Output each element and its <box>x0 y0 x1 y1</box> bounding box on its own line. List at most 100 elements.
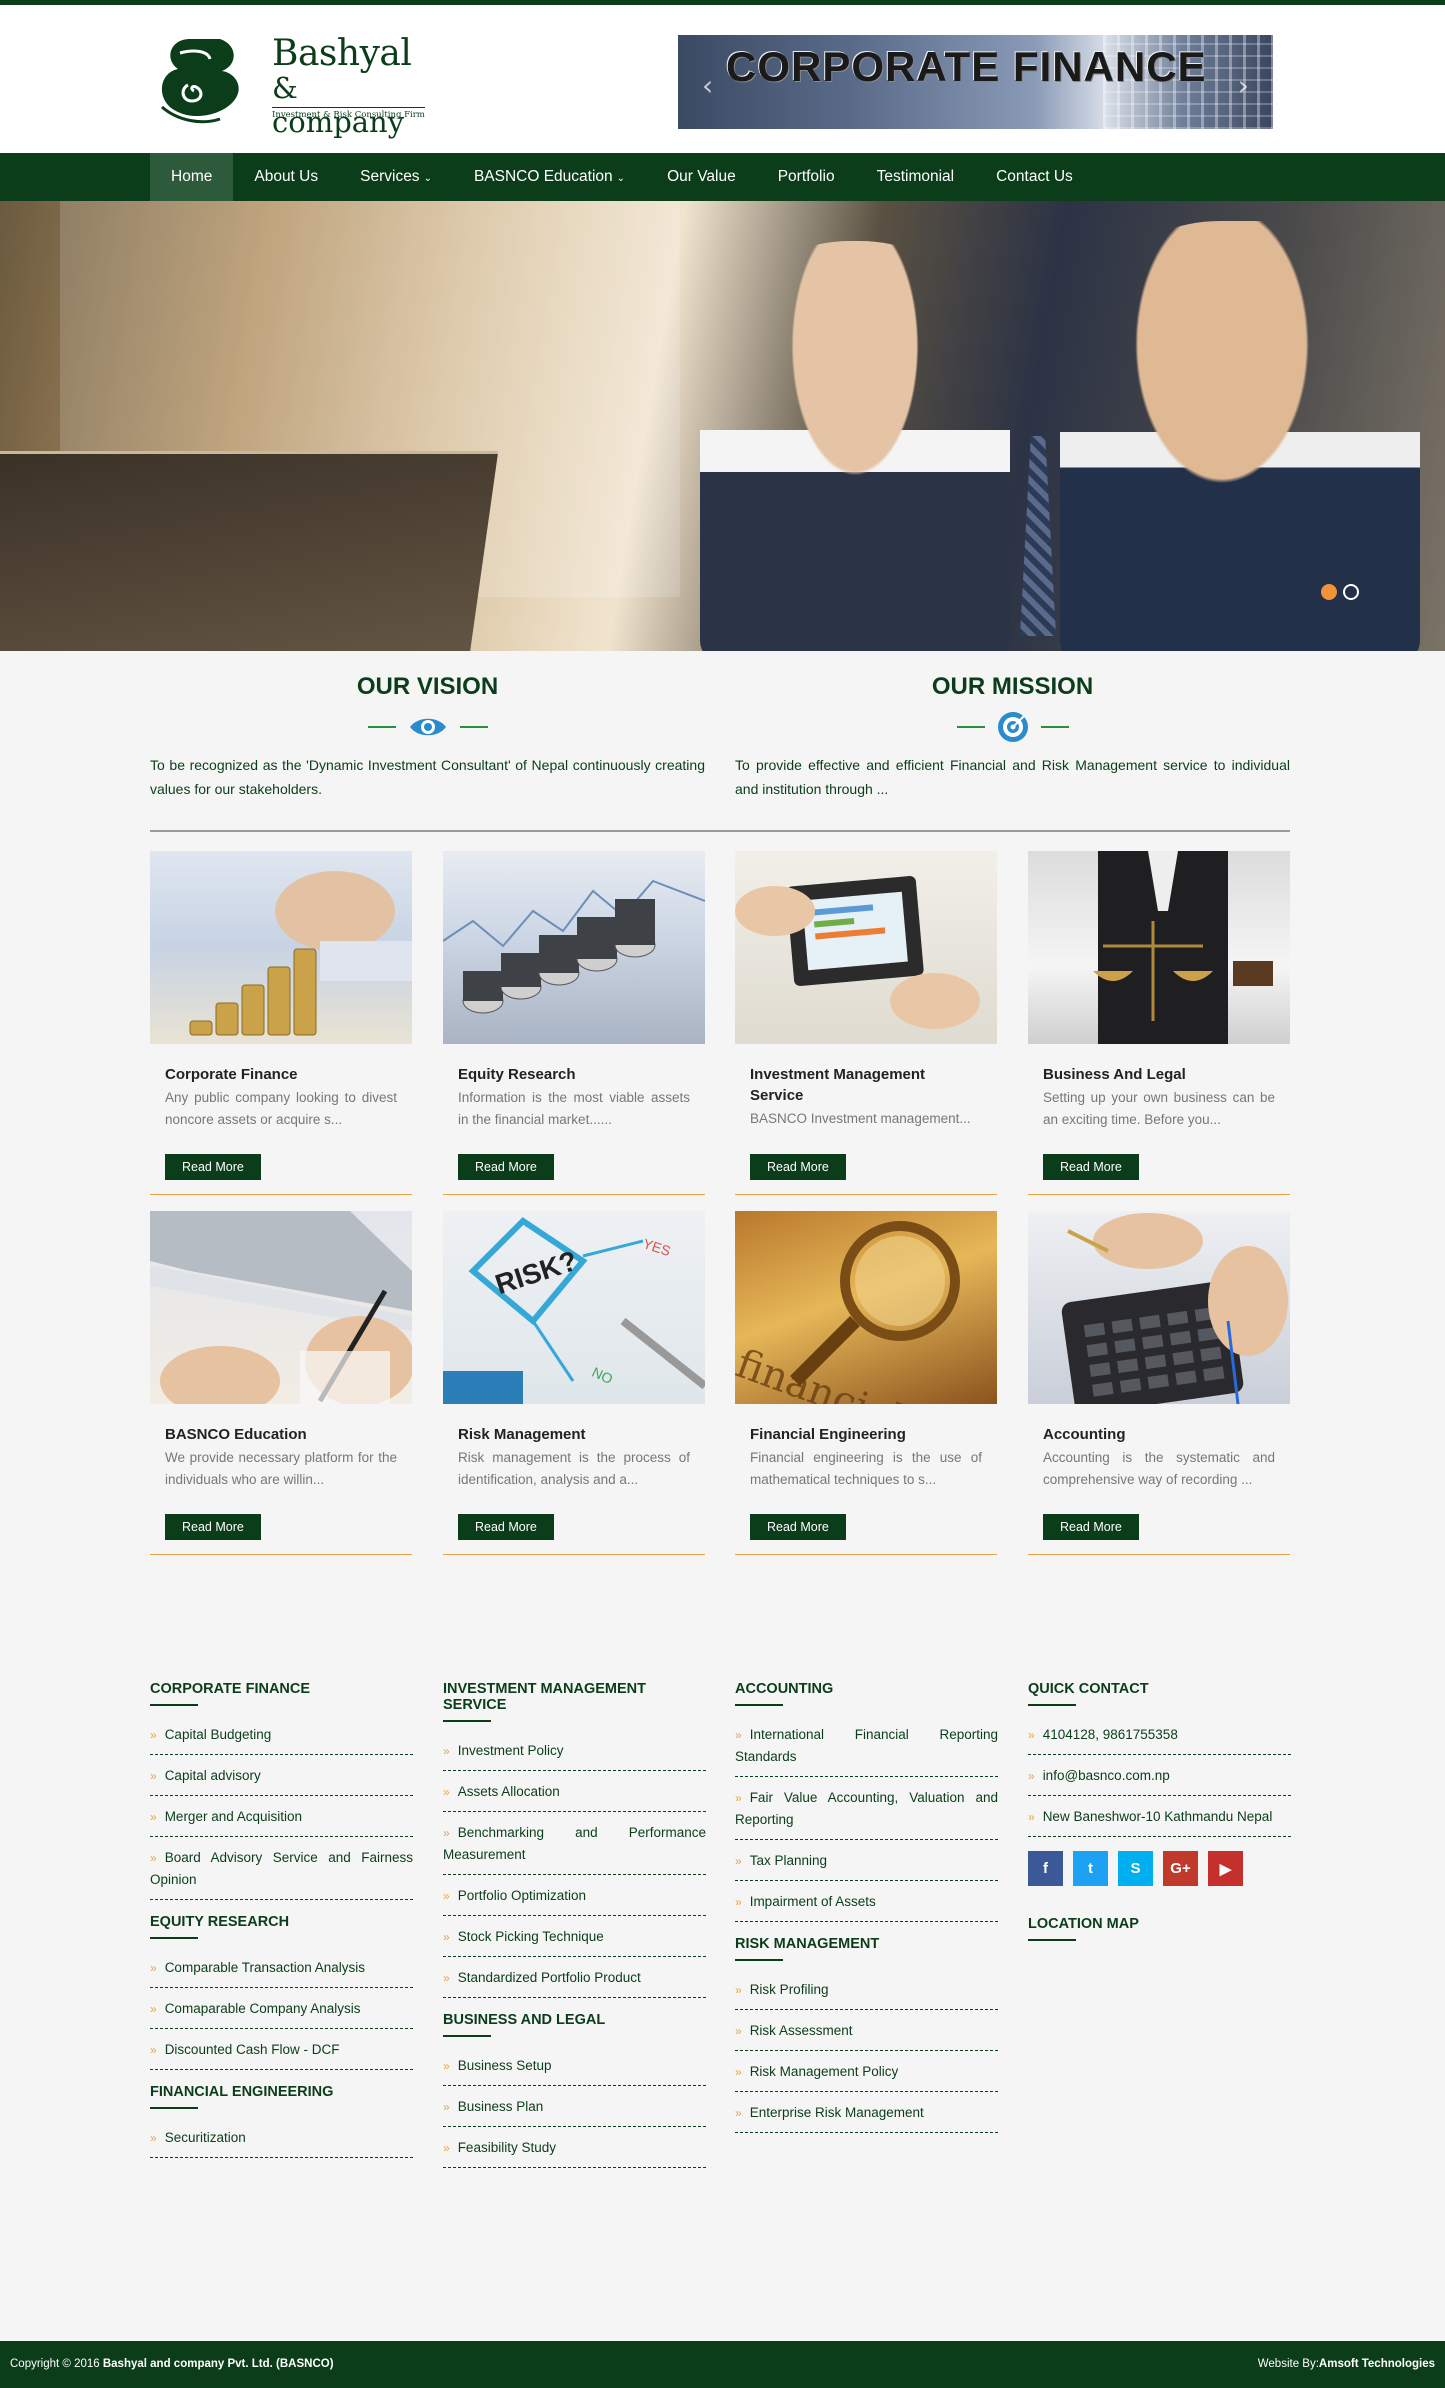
google-plus-icon[interactable]: G+ <box>1163 1851 1198 1886</box>
footer-link-capital-budgeting[interactable]: » Capital Budgeting <box>150 1714 413 1755</box>
service-image-investment-management-service[interactable] <box>735 851 997 1044</box>
footer-link-label: Capital Budgeting <box>164 1727 272 1742</box>
nav-item-our-value[interactable]: Our Value <box>646 153 757 201</box>
footer-link-label: Enterprise Risk Management <box>749 2105 924 2120</box>
footer-link-comaparable-company-analysis[interactable]: » Comaparable Company Analysis <box>150 1988 413 2029</box>
service-card-equity-research: Equity Research Information is the most v… <box>443 851 705 1195</box>
youtube-icon[interactable]: ▶ <box>1208 1851 1243 1886</box>
site-logo[interactable]: Bashyal & company Investment & Risk Cons… <box>150 29 425 139</box>
chevron-right-icon[interactable]: › <box>1238 69 1249 102</box>
service-image-basnco-education[interactable] <box>150 1211 412 1404</box>
copyright-bar: Copyright © 2016 Bashyal and company Pvt… <box>0 2341 1445 2388</box>
service-title[interactable]: Financial Engineering <box>750 1424 982 1445</box>
footer-link-tax-planning[interactable]: » Tax Planning <box>735 1840 998 1881</box>
footer-link-capital-advisory[interactable]: » Capital advisory <box>150 1755 413 1796</box>
footer-link-list: » Capital Budgeting » Capital advisory » Merg… <box>150 1714 413 1900</box>
service-description: Accounting is the systematic and compreh… <box>1043 1450 1275 1487</box>
footer-link-assets-allocation[interactable]: » Assets Allocation <box>443 1771 706 1812</box>
header-banner[interactable]: CORPORATE FINANCE ‹ › <box>678 35 1273 129</box>
service-description: We provide necessary platform for the in… <box>165 1450 397 1487</box>
nav-item-about-us[interactable]: About Us <box>233 153 339 201</box>
contact-item[interactable]: » info@basnco.com.np <box>1028 1755 1291 1796</box>
site-header: Bashyal & company Investment & Risk Cons… <box>0 5 1445 153</box>
service-title[interactable]: BASNCO Education <box>165 1424 397 1445</box>
footer-link-label: Tax Planning <box>749 1853 827 1868</box>
service-image-business-and-legal[interactable] <box>1028 851 1290 1044</box>
footer-link-feasibility-study[interactable]: » Feasibility Study <box>443 2127 706 2168</box>
nav-item-home[interactable]: Home <box>150 153 234 201</box>
footer-link-label: Stock Picking Technique <box>457 1929 604 1944</box>
location-map-heading: LOCATION MAP <box>1028 1916 1291 1941</box>
footer-link-label: Portfolio Optimization <box>457 1888 586 1903</box>
contact-item[interactable]: » New Baneshwor-10 Kathmandu Nepal <box>1028 1796 1291 1837</box>
service-title[interactable]: Business And Legal <box>1043 1064 1275 1085</box>
divider-line <box>1040 726 1069 728</box>
nav-item-services[interactable]: Services ⌄ <box>339 153 453 201</box>
slider-dot[interactable] <box>1343 584 1359 600</box>
service-title[interactable]: Corporate Finance <box>165 1064 397 1085</box>
footer-column-2: INVESTMENT MANAGEMENT SERVICE » Investment… <box>443 1681 706 2182</box>
footer-link-standardized-portfolio-product[interactable]: » Standardized Portfolio Product <box>443 1957 706 1998</box>
contact-list: » 4104128, 9861755358» info@basnco.com.np»… <box>1028 1714 1291 1837</box>
read-more-button[interactable]: Read More <box>1043 1154 1139 1180</box>
service-description: Setting up your own business can be an e… <box>1043 1090 1275 1127</box>
footer-link-impairment-of-assets[interactable]: » Impairment of Assets <box>735 1881 998 1922</box>
service-image-equity-research[interactable] <box>443 851 705 1044</box>
service-image-corporate-finance[interactable] <box>150 851 412 1044</box>
service-title[interactable]: Accounting <box>1043 1424 1275 1445</box>
footer-link-board-advisory-service-and-fairness-opinion[interactable]: » Board Advisory Service and Fairness Opi… <box>150 1837 413 1900</box>
read-more-button[interactable]: Read More <box>1043 1514 1139 1540</box>
footer-link-merger-and-acquisition[interactable]: » Merger and Acquisition <box>150 1796 413 1837</box>
read-more-button[interactable]: Read More <box>750 1514 846 1540</box>
footer-link-discounted-cash-flow-dcf[interactable]: » Discounted Cash Flow - DCF <box>150 2029 413 2070</box>
footer-link-risk-profiling[interactable]: » Risk Profiling <box>735 1969 998 2010</box>
footer-link-business-setup[interactable]: » Business Setup <box>443 2045 706 2086</box>
facebook-icon[interactable]: f <box>1028 1851 1063 1886</box>
footer-link-benchmarking-and-performance-measurement[interactable]: » Benchmarking and Performance Measuremen… <box>443 1812 706 1875</box>
service-title[interactable]: Risk Management <box>458 1424 690 1445</box>
service-image-financial-engineering[interactable]: financial <box>735 1211 997 1404</box>
footer-link-risk-assessment[interactable]: » Risk Assessment <box>735 2010 998 2051</box>
footer-link-enterprise-risk-management[interactable]: » Enterprise Risk Management <box>735 2092 998 2133</box>
service-card-business-and-legal: Business And Legal Setting up your own bu… <box>1028 851 1290 1195</box>
footer-link-stock-picking-technique[interactable]: » Stock Picking Technique <box>443 1916 706 1957</box>
nav-item-testimonial[interactable]: Testimonial <box>856 153 976 201</box>
footer-link-portfolio-optimization[interactable]: » Portfolio Optimization <box>443 1875 706 1916</box>
footer-link-securitization[interactable]: » Securitization <box>150 2117 413 2158</box>
chevron-right-icon: » <box>443 1826 450 1840</box>
service-image-accounting[interactable] <box>1028 1211 1290 1404</box>
vision-icon-row <box>150 711 705 743</box>
twitter-icon[interactable]: t <box>1073 1851 1108 1886</box>
chevron-right-icon: » <box>150 1769 157 1783</box>
read-more-button[interactable]: Read More <box>750 1154 846 1180</box>
nav-item-contact-us[interactable]: Contact Us <box>975 153 1094 201</box>
service-image-risk-management[interactable]: RISK? YES NO <box>443 1211 705 1404</box>
brand-tagline: Investment & Risk Consulting Firm <box>272 107 425 120</box>
credit-text: Website By:Amsoft Technologies <box>1258 2358 1435 2370</box>
skype-icon[interactable]: S <box>1118 1851 1153 1886</box>
nav-item-basnco-education[interactable]: BASNCO Education ⌄ <box>453 153 646 201</box>
footer-link-list: » Business Setup » Business Plan » Feasibilit… <box>443 2045 706 2168</box>
credit-link[interactable]: Amsoft Technologies <box>1319 2358 1435 2370</box>
footer-link-business-plan[interactable]: » Business Plan <box>443 2086 706 2127</box>
service-title[interactable]: Equity Research <box>458 1064 690 1085</box>
chevron-right-icon: » <box>735 1983 742 1997</box>
contact-item-text: 4104128, 9861755358 <box>1042 1727 1178 1742</box>
contact-item[interactable]: » 4104128, 9861755358 <box>1028 1714 1291 1755</box>
footer-link-risk-management-policy[interactable]: » Risk Management Policy <box>735 2051 998 2092</box>
read-more-button[interactable]: Read More <box>165 1154 261 1180</box>
footer-link-comparable-transaction-analysis[interactable]: » Comparable Transaction Analysis <box>150 1947 413 1988</box>
chevron-right-icon: » <box>443 2100 450 2114</box>
nav-item-portfolio[interactable]: Portfolio <box>757 153 856 201</box>
read-more-button[interactable]: Read More <box>458 1154 554 1180</box>
footer-column-1: CORPORATE FINANCE » Capital Budgeting » Capi… <box>150 1681 413 2172</box>
footer-link-fair-value-accounting-valuation-and-reporting[interactable]: » Fair Value Accounting, Valuation and Re… <box>735 1777 998 1840</box>
slider-dot[interactable] <box>1321 584 1337 600</box>
footer-link-international-financial-reporting-standards[interactable]: » International Financial Reporting Stand… <box>735 1714 998 1777</box>
chevron-left-icon[interactable]: ‹ <box>702 69 713 102</box>
chevron-right-icon: » <box>735 2024 742 2038</box>
service-title[interactable]: Investment Management Service <box>750 1064 982 1106</box>
footer-link-investment-policy[interactable]: » Investment Policy <box>443 1730 706 1771</box>
read-more-button[interactable]: Read More <box>165 1514 261 1540</box>
read-more-button[interactable]: Read More <box>458 1514 554 1540</box>
